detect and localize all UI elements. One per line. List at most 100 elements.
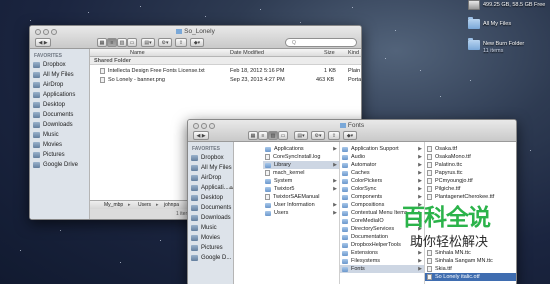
column-view-button[interactable]: ▥ (268, 131, 278, 140)
icon-view-button[interactable]: ▦ (248, 131, 258, 140)
column-item[interactable]: Library ▶ (263, 161, 339, 169)
eject-icon[interactable]: ⏏ (229, 185, 234, 191)
sidebar-item-music[interactable]: Music (33, 130, 87, 139)
column-item[interactable]: Users ▶ (263, 209, 339, 217)
downloads-icon (191, 214, 198, 221)
list-column-header: Name Date Modified Size Kind (90, 49, 361, 57)
back-forward-button[interactable]: ◀ ▶ (35, 38, 51, 47)
column-item[interactable]: mach_kernel (263, 169, 339, 177)
sidebar-item-all-my-files[interactable]: All My Files (191, 163, 232, 172)
window-title: So_Lonely (30, 28, 361, 35)
column-item[interactable]: Osaka.ttf (425, 145, 516, 153)
column-item[interactable]: Papyrus.ttc (425, 169, 516, 177)
sidebar-item-music[interactable]: Music (191, 223, 231, 232)
column-item[interactable]: Application Support ▶ (340, 145, 424, 153)
column-item[interactable]: Pilgiche.ttf (425, 185, 516, 193)
column-item[interactable]: Skia.ttf (425, 265, 516, 273)
sidebar-item-google-drive[interactable]: Google D... (191, 253, 231, 262)
sidebar-item-dropbox[interactable]: Dropbox (191, 153, 231, 162)
disclosure-arrow-icon: ▶ (418, 266, 422, 272)
sidebar-item-google-drive[interactable]: Google Drive (33, 160, 87, 169)
icon-view-button[interactable]: ▦ (97, 38, 107, 47)
arrange-button[interactable]: ▤▾ (141, 38, 155, 47)
column-item[interactable]: So Lonely italic.otf (425, 273, 516, 281)
column-item[interactable]: Caches ▶ (340, 169, 424, 177)
list-view-button[interactable]: ≡ (258, 131, 268, 140)
column-view-button[interactable]: ▥ (117, 38, 127, 47)
column-item-label: Compositions (351, 202, 385, 208)
pictures-icon (33, 151, 40, 158)
column-item-label: Users (274, 210, 289, 216)
disclosure-arrow-icon: ▶ (333, 146, 337, 152)
movies-icon (33, 141, 40, 148)
column-item[interactable]: OsakaMono.ttf (425, 153, 516, 161)
documents-icon (33, 111, 40, 118)
sidebar-item-movies[interactable]: Movies (33, 140, 87, 149)
cover-flow-button[interactable]: ▭ (127, 38, 137, 47)
column-item[interactable]: Applications ▶ (263, 145, 339, 153)
action-gear-button[interactable]: ⚙▾ (311, 131, 325, 140)
column-item-label: Automator (351, 162, 377, 168)
column-item[interactable]: Filesystems ▶ (340, 257, 424, 265)
share-button[interactable]: ⇪ (175, 38, 187, 47)
sidebar-item-desktop[interactable]: Desktop (191, 193, 231, 202)
action-gear-button[interactable]: ⚙▾ (158, 38, 172, 47)
column-item[interactable]: User Information ▶ (263, 201, 339, 209)
column-item[interactable]: Audio ▶ (340, 153, 424, 161)
date-column-header[interactable]: Date Modified (230, 50, 264, 56)
kind-column-header[interactable]: Kind (348, 50, 359, 56)
disclosure-arrow-icon: ▶ (418, 186, 422, 192)
sidebar-item-airdrop[interactable]: AirDrop (191, 173, 231, 182)
list-view-button[interactable]: ≡ (107, 38, 117, 47)
path-item-users[interactable]: Users (138, 202, 151, 208)
column-item[interactable]: Palatino.ttc (425, 161, 516, 169)
sidebar-item-dropbox[interactable]: Dropbox (33, 60, 87, 69)
google-drive-icon (191, 254, 198, 261)
file-icon (427, 146, 432, 152)
file-icon (427, 178, 432, 184)
arrange-button[interactable]: ▤▾ (294, 131, 308, 140)
column-item-label: Pilgiche.ttf (435, 186, 461, 192)
sidebar-item-airdrop[interactable]: AirDrop (33, 80, 87, 89)
sidebar-item-pictures[interactable]: Pictures (33, 150, 87, 159)
sidebar-item-all-my-files[interactable]: All My Files (33, 70, 87, 79)
column-item[interactable]: CoreSyncInstall.log (263, 153, 339, 161)
file-row[interactable]: So Lonely - banner.png Sep 23, 2013 4:27… (90, 76, 361, 84)
dropbox-button[interactable]: ◆▾ (190, 38, 204, 47)
folder-icon (342, 250, 348, 256)
sidebar-item-downloads[interactable]: Downloads (191, 213, 231, 222)
sidebar-item-documents[interactable]: Documents (33, 110, 87, 119)
sidebar-item-pictures[interactable]: Pictures (191, 243, 231, 252)
sidebar-item-downloads[interactable]: Downloads (33, 120, 87, 129)
column-item[interactable]: PCmyoungjo.ttf (425, 177, 516, 185)
column-item[interactable]: System ▶ (263, 177, 339, 185)
hard-drive-icon (468, 0, 480, 10)
back-forward-button[interactable]: ◀ ▶ (193, 131, 209, 140)
sidebar-item-applications[interactable]: Applications (33, 90, 87, 99)
sidebar-item-desktop[interactable]: Desktop (33, 100, 87, 109)
sidebar-item-documents[interactable]: Documents (191, 203, 231, 212)
dropbox-button[interactable]: ◆▾ (343, 131, 357, 140)
column-item-label: Contextual Menu Items (351, 210, 408, 216)
file-row[interactable]: Intellecta Design Free Fonts License.txt… (90, 67, 361, 75)
column-item[interactable]: TwixtorSAEManual (263, 193, 339, 201)
sidebar-item-movies[interactable]: Movies (191, 233, 231, 242)
sidebar-heading-favorites: FAVORITES (192, 146, 220, 152)
path-item-user[interactable]: johnpa (164, 202, 179, 208)
share-button[interactable]: ⇪ (328, 131, 340, 140)
path-item-drive[interactable]: My_mbp (104, 202, 123, 208)
column-item[interactable]: ColorPickers ▶ (340, 177, 424, 185)
size-column-header[interactable]: Size (324, 50, 335, 56)
column-item[interactable]: Fonts ▶ (340, 265, 424, 273)
column-item[interactable]: ColorSync ▶ (340, 185, 424, 193)
applications-icon (33, 91, 40, 98)
cover-flow-button[interactable]: ▭ (278, 131, 288, 140)
folder-icon (342, 170, 348, 176)
column-item[interactable]: Sinhala Sangam MN.ttc (425, 257, 516, 265)
folder-icon (342, 154, 348, 160)
name-column-header[interactable]: Name (130, 50, 145, 56)
search-field[interactable]: Q (285, 38, 357, 47)
sidebar-item-applications[interactable]: Applicati... ⏏ (191, 183, 234, 192)
column-item[interactable]: Automator ▶ (340, 161, 424, 169)
column-item[interactable]: Twixtor5 ▶ (263, 185, 339, 193)
